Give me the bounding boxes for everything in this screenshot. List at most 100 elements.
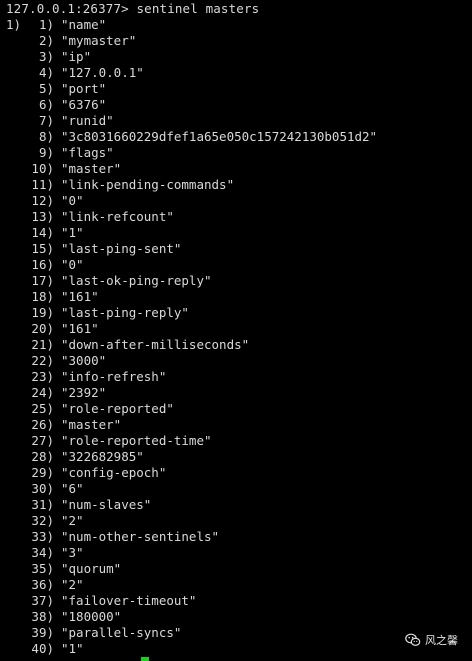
row-index: 28) bbox=[31, 449, 54, 464]
watermark-text: 风之馨 bbox=[425, 634, 458, 647]
result-row: 40) "1" bbox=[20, 641, 84, 657]
result-row: 25) "role-reported" bbox=[20, 401, 174, 417]
result-row: 5) "port" bbox=[20, 81, 106, 97]
row-index: 3) bbox=[38, 49, 54, 64]
watermark: 风之馨 bbox=[405, 632, 458, 648]
row-index: 6) bbox=[38, 97, 54, 112]
row-index: 40) bbox=[31, 641, 54, 656]
result-row: 11) "link-pending-commands" bbox=[20, 177, 234, 193]
row-value: "ip" bbox=[61, 49, 92, 64]
row-value: "role-reported-time" bbox=[61, 433, 212, 448]
row-value: "down-after-milliseconds" bbox=[61, 337, 250, 352]
row-value: "161" bbox=[61, 289, 99, 304]
result-row: 39) "parallel-syncs" bbox=[20, 625, 181, 641]
row-index: 8) bbox=[38, 129, 54, 144]
row-value: "last-ok-ping-reply" bbox=[61, 273, 212, 288]
result-row: 9) "flags" bbox=[20, 145, 114, 161]
result-row: 28) "322682985" bbox=[20, 449, 144, 465]
row-value: "2392" bbox=[61, 385, 107, 400]
terminal-window[interactable]: 127.0.0.1:26377> sentinel masters 1) 1) "… bbox=[0, 0, 472, 661]
result-row: 2) "mymaster" bbox=[20, 33, 136, 49]
row-value: "num-other-sentinels" bbox=[61, 529, 220, 544]
row-value: "runid" bbox=[61, 113, 114, 128]
result-row: 8) "3c8031660229dfef1a65e050c157242130b05… bbox=[20, 129, 377, 145]
result-row: 38) "180000" bbox=[20, 609, 121, 625]
row-value: "127.0.0.1" bbox=[61, 65, 144, 80]
result-row: 6) "6376" bbox=[20, 97, 106, 113]
command-prompt-line: 127.0.0.1:26377> sentinel masters bbox=[6, 1, 260, 16]
result-row: 20) "161" bbox=[20, 321, 98, 337]
result-row: 34) "3" bbox=[20, 545, 83, 561]
result-row: 24) "2392" bbox=[20, 385, 106, 401]
result-row: 33) "num-other-sentinels" bbox=[20, 529, 219, 545]
row-index: 17) bbox=[31, 273, 54, 288]
result-row: 12) "0" bbox=[20, 193, 83, 209]
result-row: 30) "6" bbox=[20, 481, 84, 497]
row-index: 12) bbox=[31, 193, 54, 208]
row-index: 31) bbox=[31, 497, 54, 512]
row-value: "3000" bbox=[61, 353, 107, 368]
row-index: 29) bbox=[31, 465, 54, 480]
result-row: 7) "runid" bbox=[20, 113, 114, 129]
row-value: "180000" bbox=[61, 609, 122, 624]
row-value: "6376" bbox=[61, 97, 107, 112]
row-index: 39) bbox=[31, 625, 54, 640]
result-row: 29) "config-epoch" bbox=[20, 465, 166, 481]
row-index: 11) bbox=[31, 177, 54, 192]
row-index: 25) bbox=[31, 401, 54, 416]
result-row: 4) "127.0.0.1" bbox=[20, 65, 144, 81]
result-row: 27) "role-reported-time" bbox=[20, 433, 212, 449]
row-value: "2" bbox=[61, 577, 84, 592]
row-index: 24) bbox=[31, 385, 54, 400]
row-value: "last-ping-sent" bbox=[61, 241, 182, 256]
row-value: "master" bbox=[61, 161, 122, 176]
row-value: "2" bbox=[61, 513, 84, 528]
row-index: 7) bbox=[38, 113, 54, 128]
row-value: "failover-timeout" bbox=[61, 593, 197, 608]
row-value: "config-epoch" bbox=[61, 465, 167, 480]
row-index: 22) bbox=[31, 353, 54, 368]
row-index: 35) bbox=[31, 561, 54, 576]
row-value: "1" bbox=[61, 225, 84, 240]
row-index: 36) bbox=[31, 577, 54, 592]
row-value: "0" bbox=[61, 257, 84, 272]
row-value: "last-ping-reply" bbox=[61, 305, 189, 320]
row-value: "1" bbox=[61, 641, 84, 656]
terminal-cursor bbox=[141, 657, 149, 661]
row-value: "link-pending-commands" bbox=[61, 177, 235, 192]
row-index: 1) bbox=[38, 17, 54, 32]
row-index: 23) bbox=[31, 369, 54, 384]
row-index: 38) bbox=[31, 609, 54, 624]
row-value: "parallel-syncs" bbox=[61, 625, 182, 640]
result-row: 37) "failover-timeout" bbox=[20, 593, 196, 609]
row-value: "3c8031660229dfef1a65e050c157242130b051d… bbox=[61, 129, 378, 144]
result-row: 32) "2" bbox=[20, 513, 84, 529]
result-row: 31) "num-slaves" bbox=[20, 497, 151, 513]
wechat-icon bbox=[405, 633, 421, 647]
row-value: "322682985" bbox=[61, 449, 144, 464]
result-row: 19) "last-ping-reply" bbox=[20, 305, 189, 321]
row-index: 16) bbox=[31, 257, 54, 272]
result-row: 18) "161" bbox=[20, 289, 99, 305]
row-value: "6" bbox=[61, 481, 84, 496]
result-row: 10) "master" bbox=[20, 161, 121, 177]
row-value: "mymaster" bbox=[61, 33, 137, 48]
result-row: 3) "ip" bbox=[20, 49, 91, 65]
row-index: 21) bbox=[31, 337, 54, 352]
row-value: "link-refcount" bbox=[61, 209, 174, 224]
result-row: 35) "quorum" bbox=[20, 561, 121, 577]
outer-result-index: 1) bbox=[6, 17, 22, 32]
row-value: "master" bbox=[61, 417, 122, 432]
result-row: 17) "last-ok-ping-reply" bbox=[20, 273, 212, 289]
row-index: 9) bbox=[38, 145, 54, 160]
row-index: 2) bbox=[38, 33, 54, 48]
row-value: "num-slaves" bbox=[61, 497, 152, 512]
row-value: "info-refresh" bbox=[61, 369, 167, 384]
row-index: 18) bbox=[31, 289, 54, 304]
result-row: 36) "2" bbox=[20, 577, 84, 593]
row-value: "quorum" bbox=[61, 561, 122, 576]
row-index: 4) bbox=[38, 65, 54, 80]
result-row: 21) "down-after-milliseconds" bbox=[20, 337, 249, 353]
result-row: 22) "3000" bbox=[20, 353, 106, 369]
row-value: "role-reported" bbox=[61, 401, 174, 416]
